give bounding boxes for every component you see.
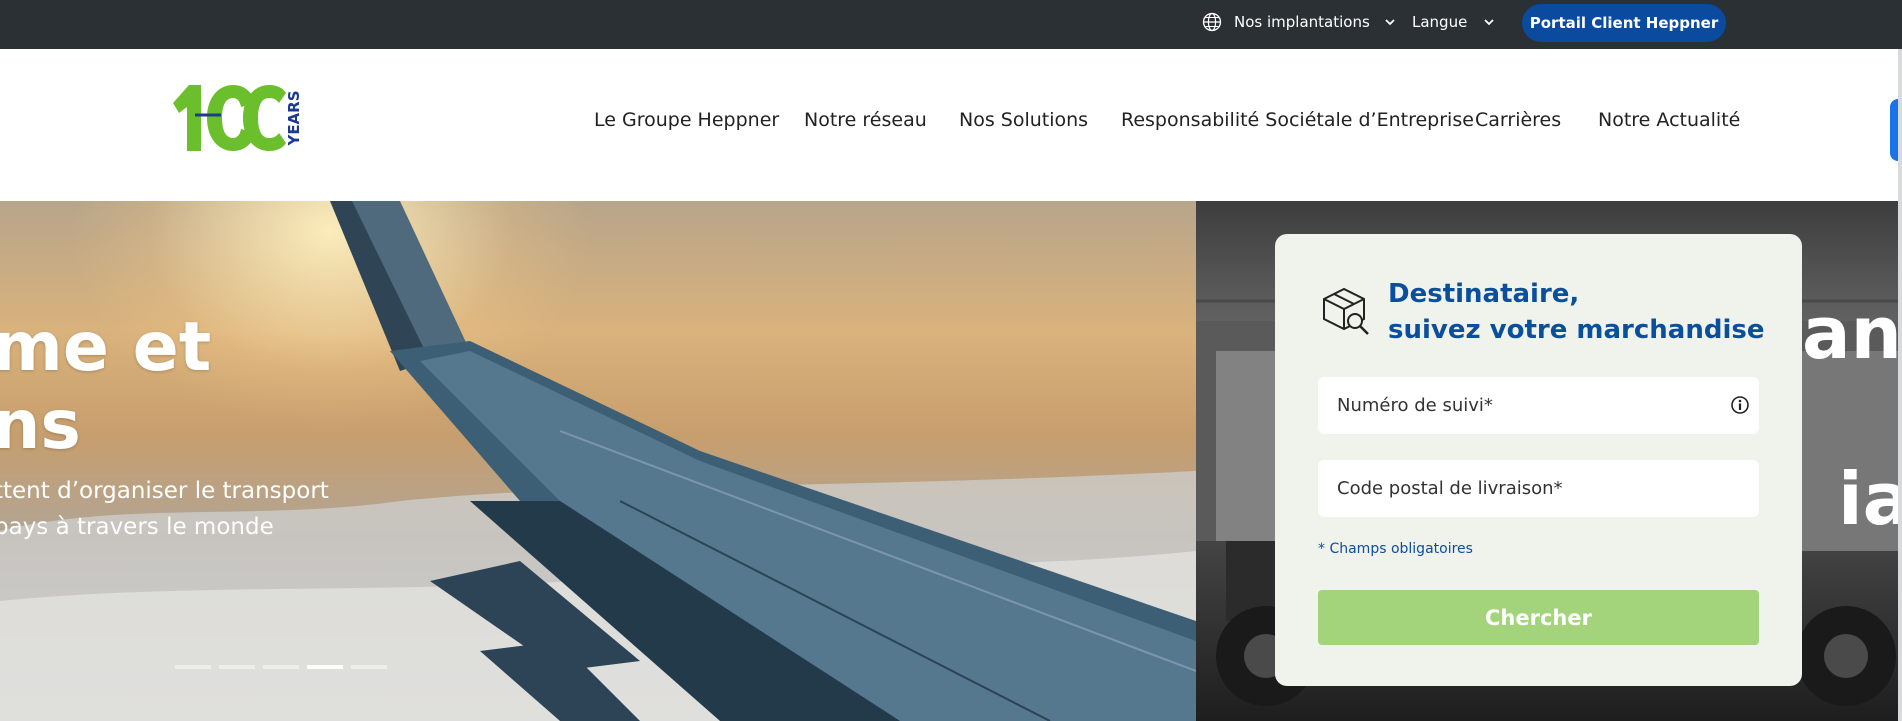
tracking-card: Destinataire, suivez votre marchandise *… [1275, 234, 1802, 686]
nav-rse[interactable]: Responsabilité Sociétale d’Entreprise [1121, 109, 1474, 131]
carousel-dot-1[interactable] [175, 665, 211, 669]
logo-100-years[interactable]: YEARS [173, 85, 303, 165]
site-header: YEARS Le Groupe Heppner Notre réseau Nos… [0, 49, 1902, 201]
slide-b-title-line-1: ans [1802, 291, 1902, 375]
locations-menu[interactable]: Nos implantations [1202, 0, 1396, 44]
language-menu[interactable]: Langue [1412, 0, 1495, 44]
chevron-down-icon [1484, 19, 1494, 26]
page-scrollbar[interactable] [1898, 49, 1902, 721]
slide-b-title-line-2: iale [1838, 457, 1902, 541]
top-bar: Nos implantations Langue Portail Client … [0, 0, 1902, 49]
language-label: Langue [1412, 13, 1468, 31]
nav-carrieres[interactable]: Carrières [1475, 109, 1561, 131]
package-search-icon [1323, 287, 1369, 335]
carousel-dot-3[interactable] [263, 665, 299, 669]
nav-notre-reseau[interactable]: Notre réseau [804, 109, 927, 131]
locations-label: Nos implantations [1234, 13, 1370, 31]
nav-nos-solutions[interactable]: Nos Solutions [959, 109, 1088, 131]
hero-title: me et ns [0, 308, 212, 465]
info-icon[interactable] [1730, 395, 1750, 415]
carousel-dot-2[interactable] [219, 665, 255, 669]
chevron-down-icon [1385, 19, 1395, 26]
carousel-dot-5[interactable] [351, 665, 387, 669]
logo-years-text: YEARS [285, 90, 303, 146]
nav-groupe-heppner[interactable]: Le Groupe Heppner [594, 109, 779, 131]
tracking-card-title: Destinataire, suivez votre marchandise [1388, 279, 1765, 345]
carousel-dots [175, 665, 387, 669]
search-button[interactable]: Chercher [1318, 590, 1759, 645]
hero-slide-airplane: me et ns ttent d’organiser le transport … [0, 201, 1196, 721]
postal-code-input[interactable] [1318, 460, 1759, 517]
hero-subtitle: ttent d’organiser le transport pays à tr… [0, 478, 329, 540]
required-fields-note: * Champs obligatoires [1318, 541, 1473, 557]
client-portal-button[interactable]: Portail Client Heppner [1522, 4, 1726, 42]
tracking-number-input[interactable] [1318, 377, 1759, 434]
carousel-dot-4[interactable] [307, 665, 343, 669]
nav-notre-actualite[interactable]: Notre Actualité [1598, 109, 1740, 131]
globe-icon [1202, 12, 1222, 32]
